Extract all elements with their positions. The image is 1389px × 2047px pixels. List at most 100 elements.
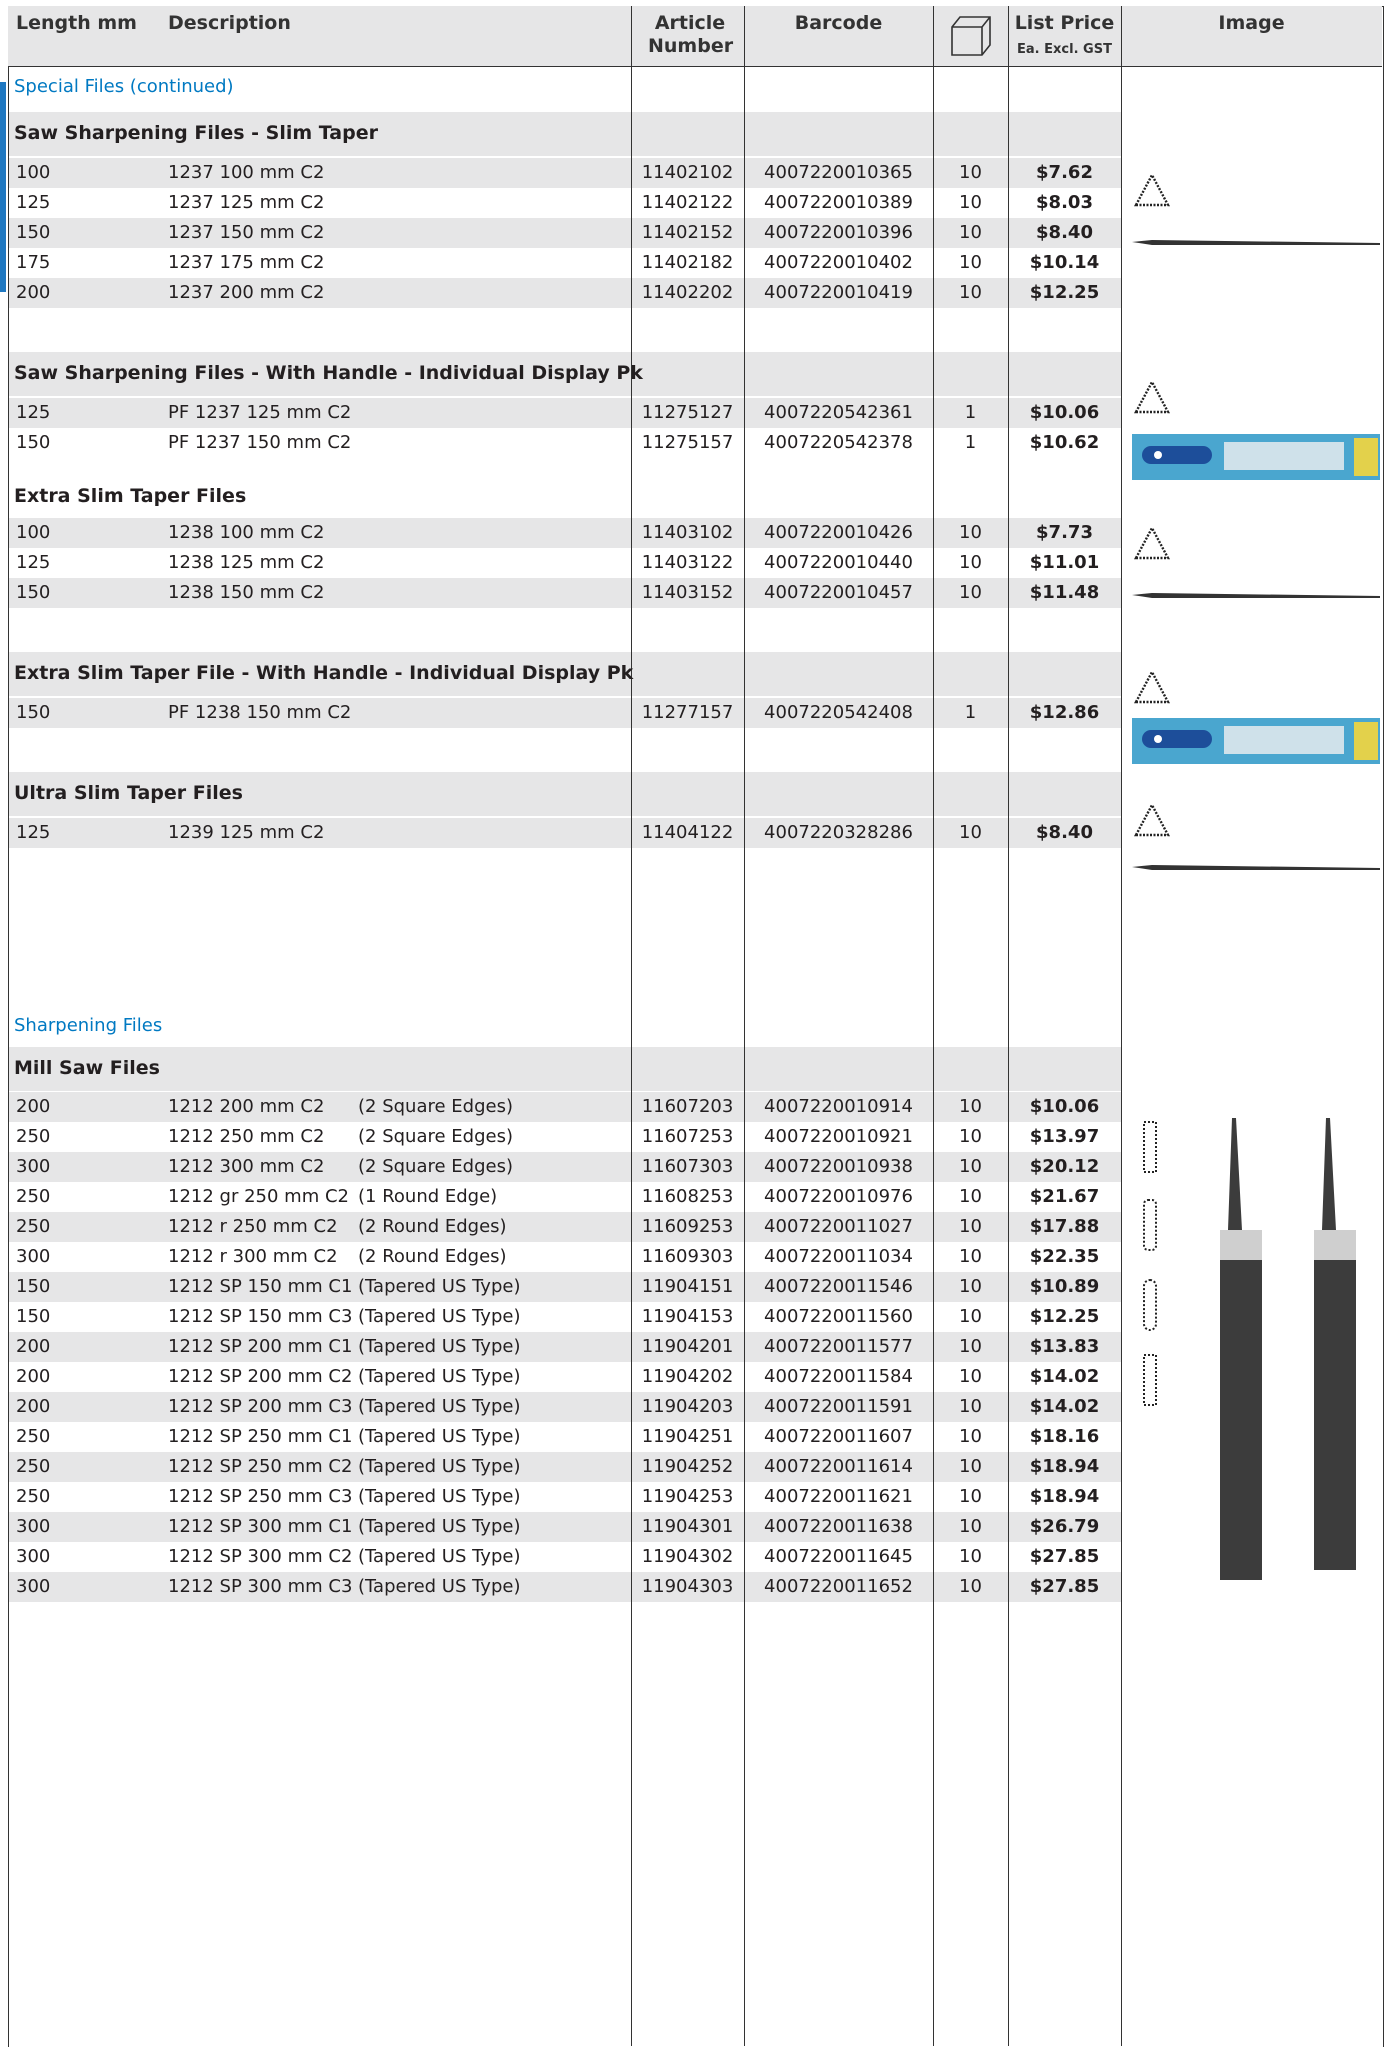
- cell-price: $12.25: [1029, 282, 1100, 303]
- cell-note: (Tapered US Type): [358, 1276, 521, 1297]
- cell-desc: 1212 SP 200 mm C3: [168, 1396, 353, 1417]
- cell-desc: PF 1237 125 mm C2: [168, 402, 352, 423]
- cell-barcode: 4007220010365: [764, 162, 913, 183]
- cell-qty: 10: [959, 1486, 982, 1507]
- cell-desc: 1212 SP 250 mm C2: [168, 1456, 353, 1477]
- cell-price: $18.94: [1029, 1486, 1100, 1507]
- cell-article: 11402102: [641, 162, 734, 183]
- cell-desc: 1237 175 mm C2: [168, 252, 325, 273]
- cell-qty: 10: [959, 1186, 982, 1207]
- cell-article: 11904251: [641, 1426, 734, 1447]
- cell-note: (Tapered US Type): [358, 1456, 521, 1477]
- cell-length: 200: [16, 1396, 51, 1417]
- cell-qty: 10: [959, 552, 982, 573]
- cell-qty: 10: [959, 1126, 982, 1147]
- cell-qty: 10: [959, 252, 982, 273]
- cell-length: 300: [16, 1516, 51, 1537]
- cell-price: $12.86: [1029, 702, 1100, 723]
- cell-barcode: 4007220011591: [764, 1396, 913, 1417]
- column-rule: [1121, 6, 1122, 2046]
- header-list-price: List Price: [1014, 12, 1115, 34]
- cell-article: 11904253: [641, 1486, 734, 1507]
- cell-note: (2 Round Edges): [358, 1216, 507, 1237]
- cell-desc: 1238 125 mm C2: [168, 552, 325, 573]
- cell-length: 100: [16, 522, 51, 543]
- cell-note: (Tapered US Type): [358, 1426, 521, 1447]
- cell-desc: 1212 gr 250 mm C2: [168, 1186, 349, 1207]
- cell-article: 11904303: [641, 1576, 734, 1597]
- column-rule: [631, 6, 632, 2046]
- cell-note: (Tapered US Type): [358, 1396, 521, 1417]
- cell-article: 11904151: [641, 1276, 734, 1297]
- cell-barcode: 4007220011638: [764, 1516, 913, 1537]
- cell-price: $7.62: [1036, 162, 1093, 183]
- group-band: [9, 1047, 1121, 1091]
- cell-note: (1 Round Edge): [358, 1186, 498, 1207]
- cell-price: $27.85: [1029, 1546, 1100, 1567]
- cell-article: 11403152: [641, 582, 734, 603]
- cell-desc: 1212 SP 150 mm C1: [168, 1276, 353, 1297]
- cell-price: $13.97: [1029, 1126, 1100, 1147]
- cell-length: 200: [16, 1096, 51, 1117]
- cell-desc: 1212 SP 150 mm C3: [168, 1306, 353, 1327]
- file-with-handle-pack-image: [1132, 379, 1380, 480]
- cell-barcode: 4007220011560: [764, 1306, 913, 1327]
- cell-qty: 10: [959, 1366, 982, 1387]
- category-heading: Sharpening Files: [14, 1015, 163, 1036]
- cell-barcode: 4007220011607: [764, 1426, 913, 1447]
- cell-length: 125: [16, 192, 51, 213]
- cell-price: $10.89: [1029, 1276, 1100, 1297]
- cell-price: $14.02: [1029, 1366, 1100, 1387]
- cell-article: 11402122: [641, 192, 734, 213]
- cell-article: 11904153: [641, 1306, 734, 1327]
- cell-barcode: 4007220010976: [764, 1186, 913, 1207]
- cell-price: $10.14: [1029, 252, 1100, 273]
- cell-qty: 10: [959, 1426, 982, 1447]
- cell-qty: 10: [959, 822, 982, 843]
- cell-qty: 1: [964, 432, 977, 453]
- cell-barcode: 4007220011546: [764, 1276, 913, 1297]
- cell-length: 300: [16, 1246, 51, 1267]
- group-heading: Extra Slim Taper Files: [14, 485, 247, 507]
- cell-article: 11904203: [641, 1396, 734, 1417]
- cell-price: $26.79: [1029, 1516, 1100, 1537]
- file-extra-slim-image: [1132, 525, 1380, 598]
- cell-note: (Tapered US Type): [358, 1546, 521, 1567]
- cell-length: 150: [16, 582, 51, 603]
- cell-article: 11904301: [641, 1516, 734, 1537]
- cell-price: $10.06: [1029, 1096, 1100, 1117]
- cell-qty: 10: [959, 1516, 982, 1537]
- file-extra-slim-handle-image: [1132, 669, 1380, 764]
- cell-qty: 10: [959, 1546, 982, 1567]
- cell-price: $18.16: [1029, 1426, 1100, 1447]
- cell-article: 11904202: [641, 1366, 734, 1387]
- cell-barcode: 4007220011027: [764, 1216, 913, 1237]
- cell-price: $22.35: [1029, 1246, 1100, 1267]
- cell-length: 250: [16, 1186, 51, 1207]
- cell-desc: 1237 200 mm C2: [168, 282, 325, 303]
- cell-price: $27.85: [1029, 1576, 1100, 1597]
- cell-length: 200: [16, 1366, 51, 1387]
- cell-barcode: 4007220542408: [764, 702, 913, 723]
- cell-barcode: 4007220010389: [764, 192, 913, 213]
- cell-length: 150: [16, 222, 51, 243]
- cell-length: 250: [16, 1426, 51, 1447]
- cell-qty: 10: [959, 1576, 982, 1597]
- cell-barcode: 4007220010402: [764, 252, 913, 273]
- cell-length: 200: [16, 1336, 51, 1357]
- cell-length: 250: [16, 1486, 51, 1507]
- column-rule: [744, 6, 745, 2046]
- cell-article: 11403122: [641, 552, 734, 573]
- cell-barcode: 4007220010914: [764, 1096, 913, 1117]
- cell-price: $12.25: [1029, 1306, 1100, 1327]
- cell-article: 11609253: [641, 1216, 734, 1237]
- cell-barcode: 4007220011034: [764, 1246, 913, 1267]
- cell-length: 100: [16, 162, 51, 183]
- cell-note: (Tapered US Type): [358, 1516, 521, 1537]
- cell-price: $18.94: [1029, 1456, 1100, 1477]
- mill-saw-file-image: [1143, 1118, 1356, 1580]
- cell-note: (2 Square Edges): [358, 1096, 513, 1117]
- header-length: Length mm: [16, 12, 137, 34]
- cell-length: 250: [16, 1126, 51, 1147]
- cell-barcode: 4007220328286: [764, 822, 913, 843]
